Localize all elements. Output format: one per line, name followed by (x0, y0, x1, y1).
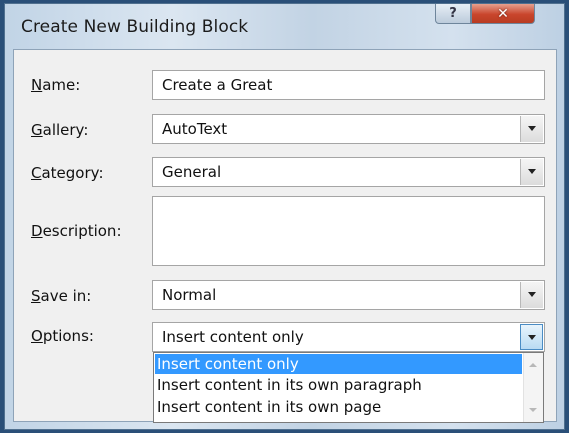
category-select-value: General (162, 163, 222, 181)
help-icon: ? (449, 6, 457, 21)
name-input-value: Create a Great (162, 76, 273, 94)
save-in-select[interactable]: Normal (152, 280, 545, 310)
options-dropdown-item[interactable]: Insert content only (155, 354, 522, 374)
close-button[interactable]: ✕ (471, 4, 535, 24)
category-dropdown-arrow-icon[interactable] (520, 159, 543, 185)
dropdown-scrollbar[interactable] (523, 353, 543, 422)
options-dropdown-list: Insert content only Insert content in it… (153, 352, 544, 423)
dialog-title: Create New Building Block (21, 17, 249, 37)
scroll-up-arrow-icon[interactable] (529, 363, 537, 367)
scroll-down-arrow-icon[interactable] (529, 408, 537, 412)
save-in-select-value: Normal (162, 286, 217, 304)
options-dropdown-item[interactable]: Insert content in its own paragraph (155, 375, 522, 395)
save-in-dropdown-arrow-icon[interactable] (520, 282, 543, 308)
options-label: Options: (31, 327, 94, 345)
save-in-label: Save in: (31, 287, 92, 305)
gallery-dropdown-arrow-icon[interactable] (520, 116, 543, 142)
dialog-window: Create New Building Block ? ✕ Name: Crea… (4, 3, 565, 430)
title-bar[interactable]: Create New Building Block ? ✕ (5, 4, 564, 51)
gallery-label: Gallery: (31, 121, 89, 139)
name-label: Name: (31, 76, 81, 94)
close-icon: ✕ (497, 5, 509, 22)
description-input[interactable] (152, 196, 545, 266)
gallery-select[interactable]: AutoText (152, 114, 545, 144)
help-button[interactable]: ? (435, 4, 471, 24)
options-select[interactable]: Insert content only (152, 322, 545, 352)
dialog-client-area: Name: Create a Great Gallery: AutoText C… (13, 49, 557, 423)
options-dropdown-arrow-icon[interactable] (520, 324, 543, 350)
name-input[interactable]: Create a Great (152, 70, 545, 100)
options-dropdown-item[interactable]: Insert content in its own page (155, 397, 522, 417)
description-label: Description: (31, 222, 122, 240)
gallery-select-value: AutoText (162, 120, 228, 138)
options-select-value: Insert content only (162, 328, 304, 346)
category-label: Category: (31, 164, 104, 182)
category-select[interactable]: General (152, 157, 545, 187)
